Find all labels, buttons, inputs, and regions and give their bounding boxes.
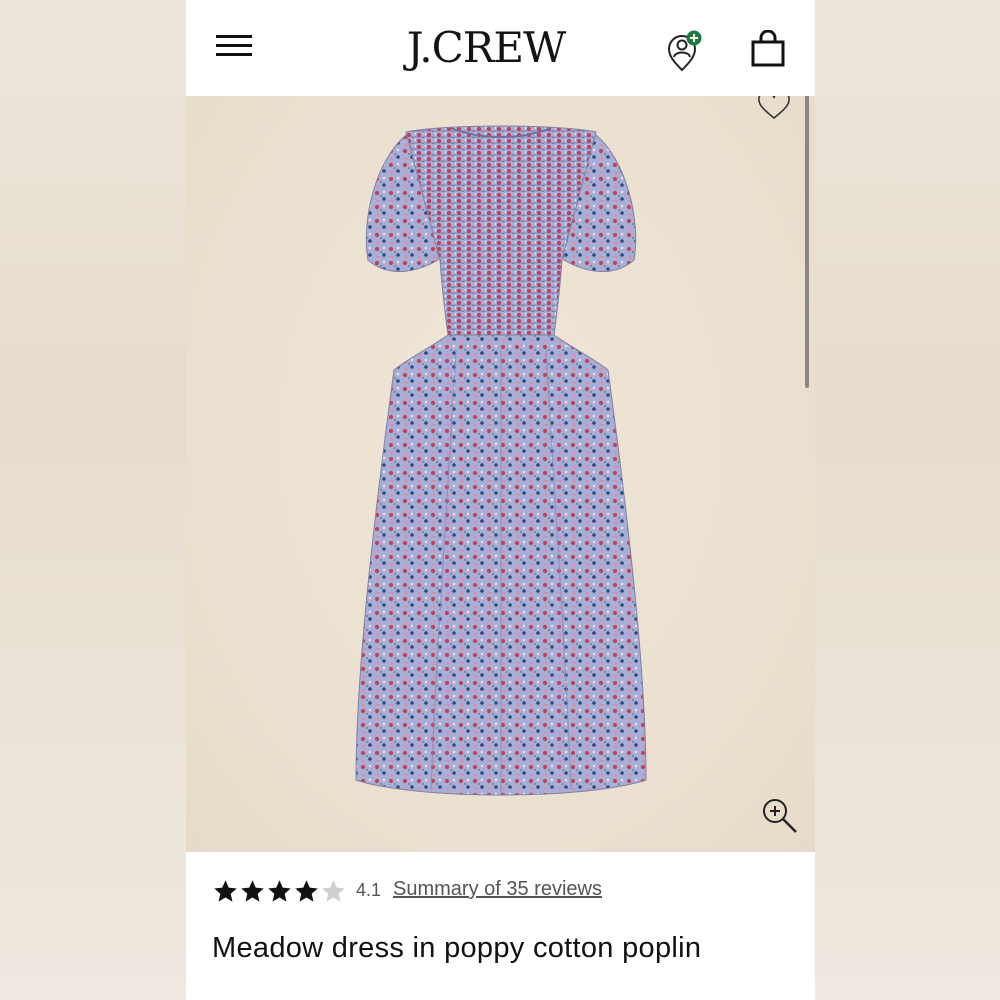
account-add-icon[interactable] <box>664 30 708 74</box>
star-icon <box>295 880 318 902</box>
rating-value: 4.1 <box>356 880 382 900</box>
rating-row: 4.1 Summary of 35 reviews <box>212 878 802 908</box>
shopping-bag-icon[interactable] <box>748 29 788 70</box>
zoom-in-icon[interactable] <box>760 796 800 836</box>
star-icon <box>241 880 264 902</box>
star-icon <box>268 880 291 902</box>
product-image <box>355 125 647 796</box>
product-image-gallery[interactable] <box>186 96 815 852</box>
background-blur-right <box>815 0 1000 1000</box>
star-empty-icon <box>322 880 345 902</box>
hamburger-menu-icon[interactable] <box>216 33 252 59</box>
mobile-screen: J.CREW 4.1 Summary of 35 reviews Meadow … <box>186 0 815 1000</box>
scrollbar[interactable] <box>805 96 809 388</box>
background-blur-left <box>0 0 186 1000</box>
heart-outline-icon[interactable] <box>756 96 792 122</box>
product-title: Meadow dress in poppy cotton poplin <box>212 932 702 964</box>
reviews-summary-link[interactable]: Summary of 35 reviews <box>393 878 602 901</box>
star-icon <box>214 880 237 902</box>
star-rating <box>212 878 347 906</box>
site-header: J.CREW <box>186 0 815 96</box>
brand-logo[interactable]: J.CREW <box>386 20 586 76</box>
